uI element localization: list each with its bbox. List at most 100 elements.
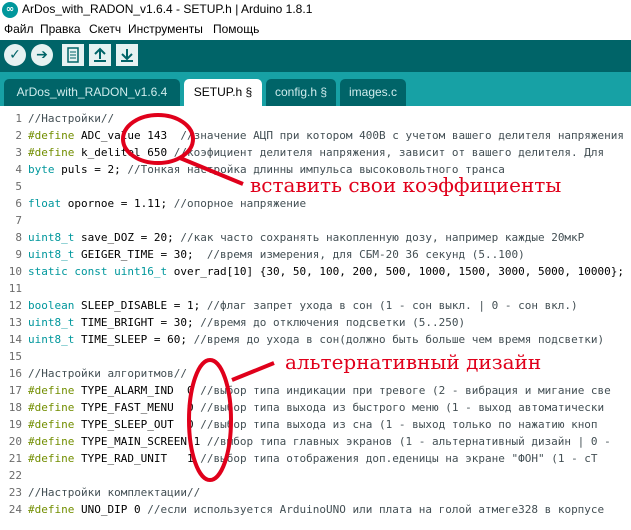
line-number: 8 [15,231,22,244]
code-text: ADC_value 143 [74,129,181,142]
code-comment: //Настройки алгоритмов// [28,367,187,380]
line-number: 3 [15,146,22,159]
menu-edit[interactable]: Правка [40,22,81,36]
code-type: byte [28,163,55,176]
code-keyword: #define [28,146,75,159]
line-number: 12 [8,299,22,312]
line-number: 20 [8,435,22,448]
code-text: puls = 2; [54,163,128,176]
code-comment: //значение АЦП при котором 400В с учетом… [180,129,625,142]
code-text: UNO_DIP 0 [74,503,148,516]
code-text: save_DOZ = 20; [74,231,181,244]
code-text: TYPE_FAST_MENU 0 [74,401,201,414]
code-keyword: #define [28,401,75,414]
code-line[interactable]: #define TYPE_SLEEP_OUT 0 //выбор типа вы… [28,416,598,433]
line-number: 1 [15,112,22,125]
code-line[interactable]: //Настройки алгоритмов// [28,365,187,382]
tab-ardos-with-radon[interactable]: ArDos_with_RADON_v1.6.4 [4,79,180,106]
code-comment: //выбор типа индикации при тревоге (2 - … [200,384,611,397]
code-line[interactable]: uint8_t TIME_BRIGHT = 30; //время до отк… [28,314,465,331]
line-number: 6 [15,197,22,210]
code-comment: //выбор типа выхода из быстрого меню (1 … [200,401,605,414]
code-line[interactable]: uint8_t GEIGER_TIME = 30; //время измере… [28,246,525,263]
code-type: static const uint16_t [28,265,168,278]
code-comment: //как часто сохранять накопленную дозу, … [180,231,585,244]
code-type: uint8_t [28,333,75,346]
title-bar: ∞ ArDos_with_RADON_v1.6.4 - SETUP.h | Ar… [0,0,631,21]
code-comment: //если используется ArduinoUNO или плата… [147,503,605,516]
line-number: 23 [8,486,22,499]
code-line[interactable]: #define TYPE_RAD_UNIT 1 //выбор типа ото… [28,450,598,467]
line-number: 13 [8,316,22,329]
code-type: uint8_t [28,248,75,261]
code-line[interactable]: boolean SLEEP_DISABLE = 1; //флаг запрет… [28,297,578,314]
menu-sketch[interactable]: Скетч [89,22,121,36]
code-keyword: #define [28,435,75,448]
open-icon[interactable] [89,44,111,66]
code-comment: //выбор типа отображения доп.еденицы на … [200,452,598,465]
line-number: 17 [8,384,22,397]
code-line[interactable]: //Настройки комплектации// [28,484,200,501]
line-number: 5 [15,180,22,193]
menu-bar: Файл Правка Скетч Инструменты Помощь [0,20,631,40]
verify-icon[interactable]: ✓ [4,44,26,66]
code-text: TIME_BRIGHT = 30; [74,316,201,329]
code-text: SLEEP_DISABLE = 1; [74,299,207,312]
line-number: 21 [8,452,22,465]
menu-tools[interactable]: Инструменты [128,22,203,36]
code-line[interactable]: #define TYPE_FAST_MENU 0 //выбор типа вы… [28,399,604,416]
line-number: 18 [8,401,22,414]
code-line[interactable]: uint8_t save_DOZ = 20; //как часто сохра… [28,229,584,246]
code-type: float [28,197,62,210]
code-editor[interactable]: //Настройки// #define ADC_value 143 //зна… [26,106,631,530]
window-title: ArDos_with_RADON_v1.6.4 - SETUP.h | Ardu… [22,2,313,16]
tab-images-c[interactable]: images.c [340,79,406,106]
code-text: k_delitel 650 [74,146,174,159]
design-note: альтернативный дизайн [285,350,542,374]
menu-file[interactable]: Файл [4,22,34,36]
line-number: 24 [8,503,22,516]
save-icon[interactable] [116,44,138,66]
line-number: 22 [8,469,22,482]
code-line[interactable]: #define ADC_value 143 //значение АЦП при… [28,127,624,144]
tab-config-h[interactable]: config.h § [266,79,336,106]
code-line[interactable]: #define UNO_DIP 0 //если используется Ar… [28,501,604,518]
code-comment: //опорное напряжение [173,197,307,210]
code-keyword: #define [28,452,75,465]
menu-help[interactable]: Помощь [213,22,259,36]
line-number-gutter: 1 2 3 4 5 6 7 8 9 10 11 12 13 14 15 16 17 18 19 20 21 22 23 24 [0,106,26,530]
code-text: TYPE_SLEEP_OUT 0 [74,418,201,431]
code-text: TIME_SLEEP = 60; [74,333,194,346]
upload-icon[interactable]: ➔ [31,44,53,66]
code-line[interactable]: #define TYPE_ALARM_IND 0 //выбор типа ин… [28,382,611,399]
code-text: TYPE_RAD_UNIT 1 [74,452,201,465]
line-number: 2 [15,129,22,142]
line-number: 19 [8,418,22,431]
code-type: uint8_t [28,316,75,329]
code-comment: //выбор типа главных экранов (1 - альтер… [206,435,611,448]
code-text: TYPE_MAIN_SCREEN 1 [74,435,207,448]
line-number: 14 [8,333,22,346]
code-line[interactable]: #define TYPE_MAIN_SCREEN 1 //выбор типа … [28,433,611,450]
code-line[interactable]: float opornoe = 1.11; //опорное напряжен… [28,195,306,212]
code-text: over_rad[10] {30, 50, 100, 200, 500, 100… [167,265,625,278]
code-comment: //Настройки комплектации// [28,486,201,499]
tab-setup-h[interactable]: SETUP.h § [184,79,262,106]
line-number: 10 [8,265,22,278]
code-line[interactable]: #define k_delitel 650 //коэфициент делит… [28,144,604,161]
coefficients-note: вставить свои коэффициенты [250,173,562,197]
code-keyword: #define [28,384,75,397]
code-comment: //время до отключения подсветки (5..250) [200,316,466,329]
code-line[interactable]: uint8_t TIME_SLEEP = 60; //время до уход… [28,331,604,348]
toolbar: ✓ ➔ [0,40,631,72]
code-comment: //Настройки// [28,112,115,125]
code-comment: //флаг запрет ухода в сон (1 - сон выкл.… [206,299,578,312]
code-keyword: #define [28,129,75,142]
line-number: 7 [15,214,22,227]
line-number: 16 [8,367,22,380]
line-number: 4 [15,163,22,176]
code-line[interactable]: //Настройки// [28,110,114,127]
code-comment: //время измерения, для СБМ-20 36 секунд … [206,248,525,261]
code-line[interactable]: static const uint16_t over_rad[10] {30, … [28,263,624,280]
new-file-icon[interactable] [62,44,84,66]
